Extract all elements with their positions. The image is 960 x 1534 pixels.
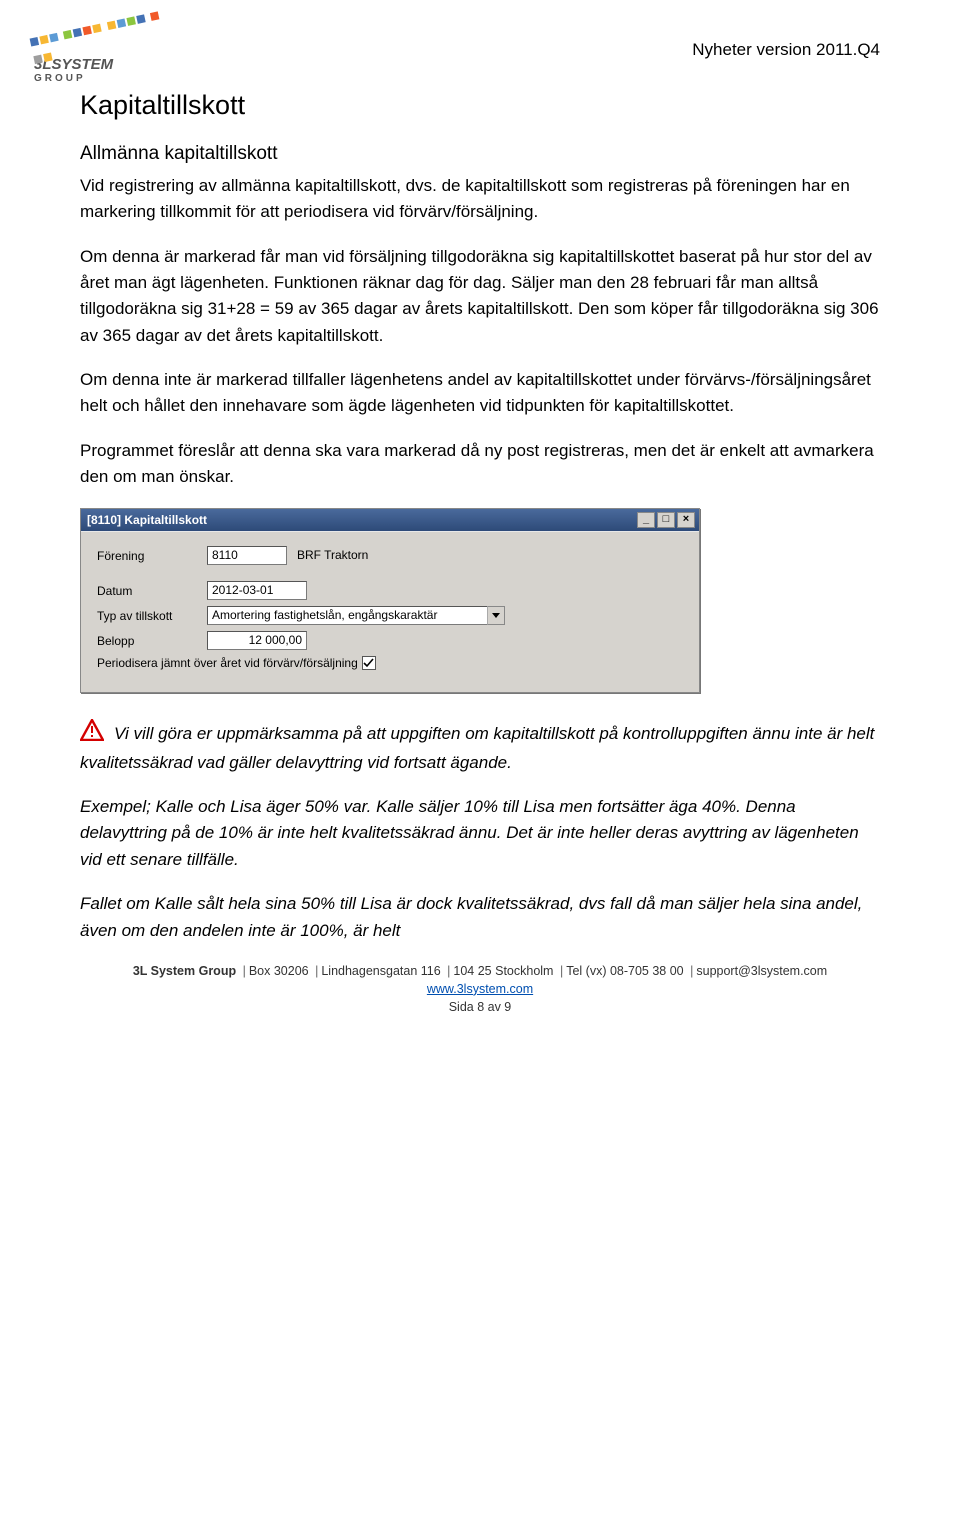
display-forening-name: BRF Traktorn: [293, 547, 433, 565]
footer-tel: Tel (vx) 08-705 38 00: [566, 964, 683, 978]
header-version: Nyheter version 2011.Q4: [80, 40, 880, 60]
footer-zip: 104 25 Stockholm: [453, 964, 553, 978]
chevron-down-icon[interactable]: [487, 606, 505, 625]
dialog-title: [8110] Kapitaltillskott: [87, 513, 207, 527]
heading-main: Kapitaltillskott: [80, 90, 880, 121]
maximize-button[interactable]: □: [657, 512, 675, 528]
heading-sub: Allmänna kapitaltillskott: [80, 143, 880, 165]
example-paragraph: Exempel; Kalle och Lisa äger 50% var. Ka…: [80, 794, 880, 873]
footer-email: support@3lsystem.com: [696, 964, 827, 978]
paragraph: Programmet föreslår att denna ska vara m…: [80, 438, 880, 491]
dropdown-typ-value: Amortering fastighetslån, engångskaraktä…: [207, 606, 487, 625]
footer-page: Sida 8 av 9: [80, 1000, 880, 1014]
input-belopp[interactable]: 12 000,00: [207, 631, 307, 650]
label-forening: Förening: [97, 549, 207, 563]
logo: 3LSYSTEM GROUP: [30, 20, 170, 80]
input-forening-num[interactable]: 8110: [207, 546, 287, 565]
dialog-titlebar: [8110] Kapitaltillskott _ □ ×: [81, 509, 699, 531]
checkbox-periodisera[interactable]: [362, 656, 376, 670]
warning-paragraph: Vi vill göra er uppmärksamma på att uppg…: [80, 719, 880, 776]
footer: 3L System Group |Box 30206 |Lindhagensga…: [80, 964, 880, 1014]
close-button[interactable]: ×: [677, 512, 695, 528]
paragraph: Vid registrering av allmänna kapitaltill…: [80, 173, 880, 226]
label-datum: Datum: [97, 584, 207, 598]
paragraph: Om denna inte är markerad tillfaller läg…: [80, 367, 880, 420]
footer-url[interactable]: www.3lsystem.com: [427, 982, 533, 996]
label-periodisera: Periodisera jämnt över året vid förvärv/…: [97, 656, 358, 670]
paragraph: Om denna är markerad får man vid försälj…: [80, 244, 880, 349]
footer-company: 3L System Group: [133, 964, 236, 978]
warning-text: Vi vill göra er uppmärksamma på att uppg…: [80, 724, 874, 771]
label-belopp: Belopp: [97, 634, 207, 648]
footer-addr: Lindhagensgatan 116: [321, 964, 440, 978]
minimize-button[interactable]: _: [637, 512, 655, 528]
label-typ: Typ av tillskott: [97, 609, 207, 623]
footer-box: Box 30206: [249, 964, 309, 978]
dropdown-typ[interactable]: Amortering fastighetslån, engångskaraktä…: [207, 606, 505, 625]
warning-icon: [80, 719, 104, 749]
dialog-kapitaltillskott: [8110] Kapitaltillskott _ □ × Förening 8…: [80, 508, 700, 693]
last-paragraph: Fallet om Kalle sålt hela sina 50% till …: [80, 891, 880, 944]
input-datum[interactable]: 2012-03-01: [207, 581, 307, 600]
